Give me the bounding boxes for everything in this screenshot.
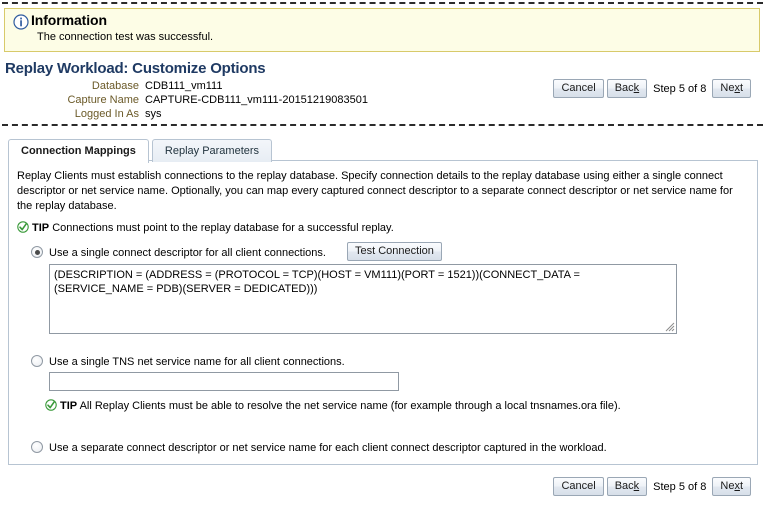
back-button-bottom[interactable]: Back <box>607 477 647 496</box>
information-icon <box>13 14 29 30</box>
tip-label-1: TIP <box>32 222 49 234</box>
tip-check-icon <box>45 399 57 411</box>
next-button-bottom[interactable]: Next <box>712 477 751 496</box>
information-message-box: Information The connection test was succ… <box>4 8 760 52</box>
connect-descriptor-textarea[interactable] <box>49 264 677 334</box>
tip-label-2: TIP <box>60 400 77 412</box>
header-value-capture-name: CAPTURE-CDB111_vm111-20151219083501 <box>145 94 368 108</box>
test-connection-wrap: Test Connection <box>347 242 442 261</box>
cancel-button-bottom[interactable]: Cancel <box>553 477 603 496</box>
step-indicator-top: Step 5 of 8 <box>653 83 706 95</box>
option-separate-connect-descriptor[interactable]: Use a separate connect descriptor or net… <box>31 441 607 454</box>
header-row-logged-in-as: Logged In As sys <box>5 108 368 122</box>
option-single-connect-descriptor[interactable]: Use a single connect descriptor for all … <box>31 246 326 259</box>
information-title: Information <box>31 12 107 28</box>
top-dashed-divider <box>2 2 763 4</box>
tab-replay-parameters[interactable]: Replay Parameters <box>152 139 272 162</box>
connection-mappings-panel: Replay Clients must establish connection… <box>8 160 758 465</box>
tip-check-icon <box>17 221 29 233</box>
tns-net-service-name-input[interactable] <box>49 372 399 391</box>
radio-single-connect-descriptor[interactable] <box>31 246 43 258</box>
page-title: Replay Workload: Customize Options <box>5 60 265 77</box>
header-label-capture-name: Capture Name <box>5 94 145 108</box>
header-row-capture-name: Capture Name CAPTURE-CDB111_vm111-201512… <box>5 94 368 108</box>
tip-text-1: Connections must point to the replay dat… <box>52 222 394 234</box>
next-button-top[interactable]: Next <box>712 79 751 98</box>
next-button-top-text: Ne <box>720 82 734 94</box>
back-button-bottom-text: Bac <box>615 480 634 492</box>
wizard-navigation-top: Cancel Back Step 5 of 8 Next <box>553 79 751 98</box>
header-dashed-divider <box>2 124 763 126</box>
test-connection-button[interactable]: Test Connection <box>347 242 442 261</box>
tip-replay-clients-resolve: TIP All Replay Clients must be able to r… <box>45 399 621 413</box>
back-button-top-accel: k <box>634 82 640 94</box>
header-row-database: Database CDB111_vm111 <box>5 80 368 94</box>
radio-separate-connect-descriptor[interactable] <box>31 441 43 453</box>
tab-connection-mappings[interactable]: Connection Mappings <box>8 139 149 163</box>
page-root: Information The connection test was succ… <box>0 0 765 508</box>
connect-descriptor-wrap <box>49 264 677 334</box>
back-button-top[interactable]: Back <box>607 79 647 98</box>
step-indicator-bottom: Step 5 of 8 <box>653 481 706 493</box>
header-label-logged-in-as: Logged In As <box>5 108 145 122</box>
tip-connections-must-point: TIP Connections must point to the replay… <box>17 221 394 235</box>
option-label-single-connect-descriptor: Use a single connect descriptor for all … <box>49 247 326 259</box>
tab-bar: Connection Mappings Replay Parameters <box>8 138 272 162</box>
option-label-single-tns-name: Use a single TNS net service name for al… <box>49 356 345 368</box>
option-single-tns-name[interactable]: Use a single TNS net service name for al… <box>31 355 345 368</box>
header-label-database: Database <box>5 80 145 94</box>
tip-text-2: All Replay Clients must be able to resol… <box>80 400 621 412</box>
next-button-top-text-post: t <box>740 82 743 94</box>
header-detail-table: Database CDB111_vm111 Capture Name CAPTU… <box>5 80 368 122</box>
header-value-database: CDB111_vm111 <box>145 80 368 94</box>
back-button-top-text: Bac <box>615 82 634 94</box>
radio-single-tns-name[interactable] <box>31 355 43 367</box>
next-button-bottom-text-post: t <box>740 480 743 492</box>
cancel-button-top[interactable]: Cancel <box>553 79 603 98</box>
wizard-navigation-bottom: Cancel Back Step 5 of 8 Next <box>553 477 751 496</box>
header-value-logged-in-as: sys <box>145 108 368 122</box>
information-message: The connection test was successful. <box>37 31 213 43</box>
back-button-bottom-accel: k <box>634 480 640 492</box>
next-button-bottom-text: Ne <box>720 480 734 492</box>
panel-description: Replay Clients must establish connection… <box>17 169 749 214</box>
option-label-separate-connect-descriptor: Use a separate connect descriptor or net… <box>49 442 607 454</box>
